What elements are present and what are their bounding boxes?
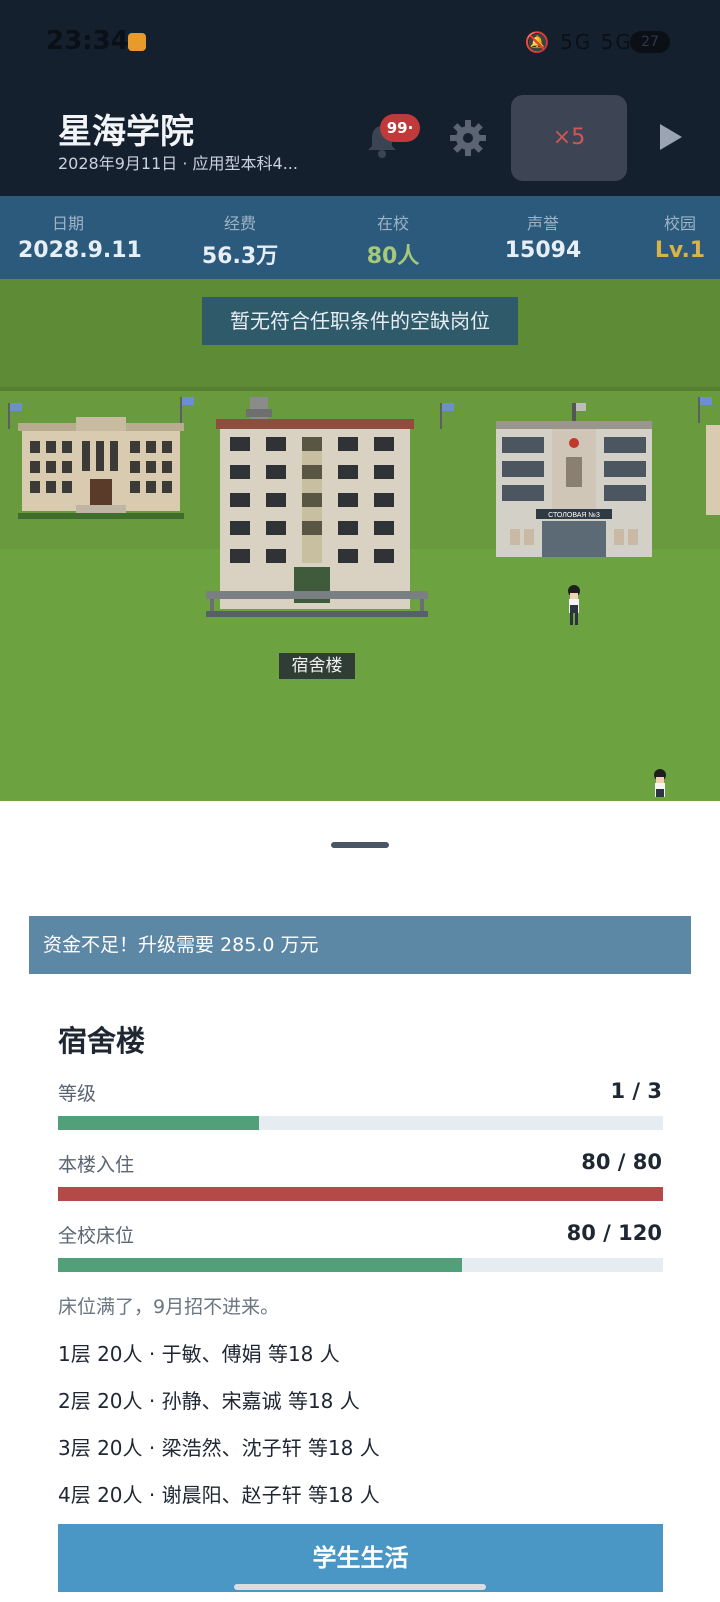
stat-value: 15094 — [504, 238, 582, 263]
beds-value: 80 / 120 — [566, 1221, 662, 1245]
capacity-hint: 床位满了，9月招不进来。 — [58, 1296, 280, 1318]
stat-value: Lv.1 — [654, 238, 706, 263]
stat-label: 声誉 — [526, 214, 559, 233]
gear-icon[interactable] — [448, 118, 488, 158]
floor-row[interactable]: 4层 20人 · 谢晨阳、赵子轩 等18 人 — [58, 1479, 380, 1508]
stat-funds: 经费 56.3万 — [190, 210, 290, 270]
building-title: 宿舍楼 — [58, 1024, 146, 1058]
student-sprite[interactable] — [566, 585, 582, 627]
battery-icon: 27 — [630, 31, 670, 53]
stat-campus: 校园 Lv.1 — [640, 210, 720, 263]
dormitory-building[interactable] — [206, 397, 428, 619]
path — [0, 387, 720, 391]
floor-row[interactable]: 1层 20人 · 于敏、傅娟 等18 人 — [58, 1338, 340, 1367]
beds-progress-fill — [58, 1258, 462, 1272]
insufficient-funds-alert: 资金不足！升级需要 285.0 万元 — [29, 916, 691, 974]
speed-button[interactable]: ×5 — [511, 95, 627, 181]
stat-label: 经费 — [223, 214, 256, 233]
selected-building-label: 宿舍楼 — [279, 653, 355, 679]
notification-badge: 99· — [380, 114, 420, 142]
flag-icon — [698, 397, 712, 423]
flag-icon — [8, 403, 22, 429]
stat-label: 在校 — [376, 214, 409, 233]
stat-label: 日期 — [51, 214, 84, 233]
occupancy-value: 80 / 80 — [581, 1150, 662, 1174]
stat-value: 80人 — [366, 244, 420, 269]
stat-label: 校园 — [663, 214, 696, 233]
beds-progress-bar — [58, 1258, 663, 1272]
student-life-button[interactable]: 学生生活 — [58, 1524, 663, 1592]
building-edge — [706, 425, 720, 515]
canteen-building[interactable]: СТОЛОВАЯ №3 — [496, 403, 652, 563]
stat-reputation: 声誉 15094 — [493, 210, 593, 263]
stat-value: 2028.9.11 — [18, 238, 142, 263]
level-value: 1 / 3 — [610, 1079, 662, 1103]
student-sprite[interactable] — [652, 769, 668, 801]
occupancy-label: 本楼入住 — [58, 1154, 135, 1176]
admin-building[interactable] — [18, 417, 184, 519]
play-icon[interactable] — [660, 124, 682, 150]
canteen-sign: СТОЛОВАЯ №3 — [548, 512, 600, 519]
occupancy-progress-bar — [58, 1187, 663, 1201]
floor-row[interactable]: 3层 20人 · 梁浩然、沈子轩 等18 人 — [58, 1432, 380, 1461]
school-subtitle: 2028年9月11日 · 应用型本科4... — [58, 154, 298, 173]
building-detail-sheet: 资金不足！升级需要 285.0 万元 宿舍楼 等级 1 / 3 本楼入住 80 … — [0, 801, 720, 1602]
game-app-icon — [128, 33, 146, 51]
job-notice: 暂无符合任职条件的空缺岗位 — [202, 297, 518, 345]
campus-map[interactable]: 暂无符合任职条件的空缺岗位 宿舍楼 СТОЛОВАЯ №3 — [0, 279, 720, 801]
top-bar: 23:34 🔕 5G 5G ≋ 27 星海学院 2028年9月11日 · 应用型… — [0, 0, 720, 196]
school-name: 星海学院 — [58, 112, 194, 152]
flag-icon — [440, 403, 454, 429]
status-time: 23:34 — [46, 26, 129, 56]
beds-label: 全校床位 — [58, 1225, 135, 1247]
stat-date: 日期 2028.9.11 — [18, 210, 142, 263]
level-label: 等级 — [58, 1083, 97, 1105]
floor-row[interactable]: 2层 20人 · 孙静、宋嘉诚 等18 人 — [58, 1385, 360, 1414]
level-progress-bar — [58, 1116, 663, 1130]
sheet-drag-handle[interactable] — [331, 842, 389, 848]
status-bar: 23:34 🔕 5G 5G ≋ 27 — [0, 22, 720, 66]
home-indicator[interactable] — [234, 1584, 486, 1590]
stat-value: 56.3万 — [201, 244, 279, 269]
stat-enrolled: 在校 80人 — [343, 210, 443, 270]
level-progress-fill — [58, 1116, 260, 1130]
stats-bar: 日期 2028.9.11 经费 56.3万 在校 80人 声誉 15094 校园… — [0, 196, 720, 279]
occupancy-progress-fill — [58, 1187, 663, 1201]
